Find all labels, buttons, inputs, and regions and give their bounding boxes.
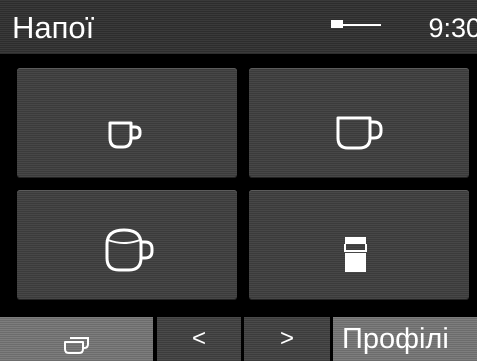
drink-tile-medium-cup[interactable] [249, 68, 469, 178]
page-title: Напої [12, 10, 95, 45]
profiles-label: Профілі [342, 323, 449, 355]
progress-indicator-icon [331, 20, 381, 28]
medium-cup-icon [336, 116, 383, 150]
clock-time: 9:30 [428, 13, 477, 43]
cups-button[interactable] [0, 317, 153, 361]
profiles-button[interactable]: Профілі [333, 317, 477, 361]
prev-button[interactable]: < [157, 317, 241, 361]
prev-arrow-label: < [191, 325, 206, 352]
indicator-dot [331, 20, 343, 28]
small-cup-icon [108, 121, 142, 149]
drink-tile-large-cup[interactable] [17, 190, 237, 300]
large-cup-icon [105, 228, 154, 272]
header-bar: Напої 9:30 [0, 0, 477, 54]
drinks-screen: Напої 9:30 < > Профілі [0, 0, 477, 361]
stacked-cups-icon [64, 337, 89, 354]
drink-tile-glass[interactable] [249, 190, 469, 300]
next-arrow-label: > [279, 325, 294, 352]
glass-icon [344, 237, 367, 272]
bottom-navigation-bar: < > Профілі [0, 317, 477, 361]
next-button[interactable]: > [244, 317, 330, 361]
drink-tile-small-cup[interactable] [17, 68, 237, 178]
indicator-line [343, 24, 381, 26]
